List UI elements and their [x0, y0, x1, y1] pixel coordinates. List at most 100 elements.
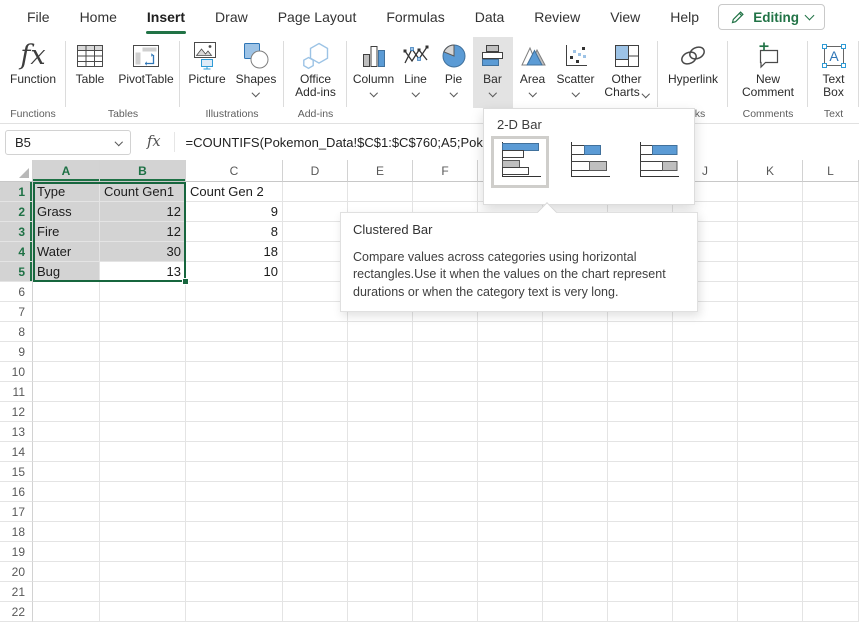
ribbon-button-other-charts[interactable]: Other Charts — [599, 37, 655, 108]
row-header-19[interactable]: 19 — [0, 542, 33, 562]
cell-E22[interactable] — [348, 602, 413, 622]
cell-A17[interactable] — [33, 502, 100, 522]
menu-tab-data[interactable]: Data — [460, 0, 520, 35]
name-box[interactable]: B5 — [5, 130, 131, 155]
column-header-L[interactable]: L — [803, 160, 859, 182]
cell-A2[interactable]: Grass — [33, 202, 100, 222]
cell-F20[interactable] — [413, 562, 478, 582]
cell-D21[interactable] — [283, 582, 348, 602]
cell-J22[interactable] — [673, 602, 738, 622]
row-header-6[interactable]: 6 — [0, 282, 33, 302]
cell-K5[interactable] — [738, 262, 803, 282]
cell-A14[interactable] — [33, 442, 100, 462]
cell-J16[interactable] — [673, 482, 738, 502]
cell-I16[interactable] — [608, 482, 673, 502]
cell-A7[interactable] — [33, 302, 100, 322]
row-header-20[interactable]: 20 — [0, 562, 33, 582]
cell-A5[interactable]: Bug — [33, 262, 100, 282]
menu-tab-insert[interactable]: Insert — [132, 0, 200, 35]
cell-I14[interactable] — [608, 442, 673, 462]
cell-L17[interactable] — [803, 502, 859, 522]
cell-F8[interactable] — [413, 322, 478, 342]
menu-tab-draw[interactable]: Draw — [200, 0, 263, 35]
cell-B18[interactable] — [100, 522, 186, 542]
editing-mode-button[interactable]: Editing — [718, 4, 825, 30]
cell-C13[interactable] — [186, 422, 283, 442]
cell-D12[interactable] — [283, 402, 348, 422]
cell-F19[interactable] — [413, 542, 478, 562]
cell-G16[interactable] — [478, 482, 543, 502]
cell-E10[interactable] — [348, 362, 413, 382]
cell-D11[interactable] — [283, 382, 348, 402]
cell-H12[interactable] — [543, 402, 608, 422]
cell-B3[interactable]: 12 — [100, 222, 186, 242]
cell-B11[interactable] — [100, 382, 186, 402]
cell-H10[interactable] — [543, 362, 608, 382]
menu-tab-review[interactable]: Review — [519, 0, 595, 35]
menu-tab-home[interactable]: Home — [65, 0, 132, 35]
cell-K15[interactable] — [738, 462, 803, 482]
cell-I21[interactable] — [608, 582, 673, 602]
cell-E11[interactable] — [348, 382, 413, 402]
cell-C5[interactable]: 10 — [186, 262, 283, 282]
cell-D7[interactable] — [283, 302, 348, 322]
row-header-21[interactable]: 21 — [0, 582, 33, 602]
cell-H20[interactable] — [543, 562, 608, 582]
ribbon-button-table[interactable]: Table — [67, 37, 113, 108]
cell-B4[interactable]: 30 — [100, 242, 186, 262]
cell-C20[interactable] — [186, 562, 283, 582]
cell-E14[interactable] — [348, 442, 413, 462]
cell-A12[interactable] — [33, 402, 100, 422]
cell-L3[interactable] — [803, 222, 859, 242]
cell-B17[interactable] — [100, 502, 186, 522]
cell-I8[interactable] — [608, 322, 673, 342]
cell-F17[interactable] — [413, 502, 478, 522]
cell-I20[interactable] — [608, 562, 673, 582]
cell-L6[interactable] — [803, 282, 859, 302]
cell-D18[interactable] — [283, 522, 348, 542]
row-header-4[interactable]: 4 — [0, 242, 33, 262]
cell-K17[interactable] — [738, 502, 803, 522]
cell-I11[interactable] — [608, 382, 673, 402]
cell-I12[interactable] — [608, 402, 673, 422]
cell-E8[interactable] — [348, 322, 413, 342]
chart-option-stacked-bar[interactable] — [560, 136, 618, 188]
cell-E21[interactable] — [348, 582, 413, 602]
cell-C9[interactable] — [186, 342, 283, 362]
cell-B9[interactable] — [100, 342, 186, 362]
cell-D4[interactable] — [283, 242, 348, 262]
cell-K21[interactable] — [738, 582, 803, 602]
cell-E19[interactable] — [348, 542, 413, 562]
cell-C1[interactable]: Count Gen 2 — [186, 182, 283, 202]
row-header-13[interactable]: 13 — [0, 422, 33, 442]
cell-K9[interactable] — [738, 342, 803, 362]
cell-D19[interactable] — [283, 542, 348, 562]
cell-C21[interactable] — [186, 582, 283, 602]
cell-H21[interactable] — [543, 582, 608, 602]
cell-K6[interactable] — [738, 282, 803, 302]
cell-D9[interactable] — [283, 342, 348, 362]
cell-B14[interactable] — [100, 442, 186, 462]
cell-E1[interactable] — [348, 182, 413, 202]
cell-F14[interactable] — [413, 442, 478, 462]
cell-G10[interactable] — [478, 362, 543, 382]
cell-H9[interactable] — [543, 342, 608, 362]
cell-L9[interactable] — [803, 342, 859, 362]
cell-L15[interactable] — [803, 462, 859, 482]
cell-E18[interactable] — [348, 522, 413, 542]
cell-A6[interactable] — [33, 282, 100, 302]
cell-H18[interactable] — [543, 522, 608, 542]
cell-C4[interactable]: 18 — [186, 242, 283, 262]
menu-tab-file[interactable]: File — [12, 0, 65, 35]
cell-J11[interactable] — [673, 382, 738, 402]
cell-G9[interactable] — [478, 342, 543, 362]
cell-H16[interactable] — [543, 482, 608, 502]
cell-H11[interactable] — [543, 382, 608, 402]
cell-A10[interactable] — [33, 362, 100, 382]
cell-K8[interactable] — [738, 322, 803, 342]
cell-I15[interactable] — [608, 462, 673, 482]
cell-D10[interactable] — [283, 362, 348, 382]
column-header-A[interactable]: A — [33, 160, 100, 182]
cell-C14[interactable] — [186, 442, 283, 462]
cell-K20[interactable] — [738, 562, 803, 582]
